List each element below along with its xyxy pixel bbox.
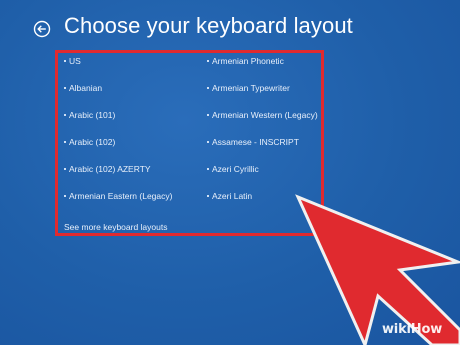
layout-option-arabic-102-azerty[interactable]: Arabic (102) AZERTY	[64, 164, 151, 174]
layout-option-assamese-inscript[interactable]: Assamese - INSCRIPT	[207, 137, 299, 147]
bullet-icon	[207, 86, 209, 89]
layout-option-armenian-western-legacy[interactable]: Armenian Western (Legacy)	[207, 110, 318, 120]
layout-option-label: Arabic (102)	[69, 137, 116, 147]
bullet-icon	[207, 59, 209, 62]
layout-option-label: Armenian Eastern (Legacy)	[69, 191, 173, 201]
bullet-icon	[207, 194, 209, 197]
bullet-icon	[207, 167, 209, 170]
layout-option-armenian-typewriter[interactable]: Armenian Typewriter	[207, 83, 290, 93]
layout-option-us[interactable]: US	[64, 56, 81, 66]
back-arrow-circle-icon	[33, 20, 51, 38]
bullet-icon	[64, 86, 66, 89]
bullet-icon	[207, 140, 209, 143]
back-button[interactable]	[33, 20, 51, 38]
layout-option-label: US	[69, 56, 81, 66]
layout-option-label: Armenian Typewriter	[212, 83, 290, 93]
layout-option-arabic-102[interactable]: Arabic (102)	[64, 137, 115, 147]
see-more-layouts-link[interactable]: See more keyboard layouts	[64, 222, 167, 232]
layout-option-armenian-eastern-legacy[interactable]: Armenian Eastern (Legacy)	[64, 191, 172, 201]
layout-option-label: Assamese - INSCRIPT	[212, 137, 299, 147]
layout-option-label: Albanian	[69, 83, 103, 93]
bullet-icon	[64, 113, 66, 116]
layout-option-azeri-cyrillic[interactable]: Azeri Cyrillic	[207, 164, 259, 174]
bullet-icon	[207, 113, 209, 116]
windows-setup-screen: Choose your keyboard layout US Albanian …	[0, 0, 460, 345]
bullet-icon	[64, 59, 66, 62]
layout-option-azeri-latin[interactable]: Azeri Latin	[207, 191, 252, 201]
bullet-icon	[64, 167, 66, 170]
layout-option-label: Armenian Western (Legacy)	[212, 110, 318, 120]
layout-option-arabic-101[interactable]: Arabic (101)	[64, 110, 115, 120]
layout-option-label: Arabic (101)	[69, 110, 116, 120]
layout-option-label: Azeri Cyrillic	[212, 164, 259, 174]
layout-option-label: Arabic (102) AZERTY	[69, 164, 151, 174]
wikihow-watermark: wikiHow	[382, 322, 443, 337]
layout-option-albanian[interactable]: Albanian	[64, 83, 102, 93]
bullet-icon	[64, 140, 66, 143]
page-title: Choose your keyboard layout	[64, 13, 353, 38]
layout-option-label: Armenian Phonetic	[212, 56, 284, 66]
bullet-icon	[64, 194, 66, 197]
layout-option-label: Azeri Latin	[212, 191, 253, 201]
layout-option-armenian-phonetic[interactable]: Armenian Phonetic	[207, 56, 284, 66]
